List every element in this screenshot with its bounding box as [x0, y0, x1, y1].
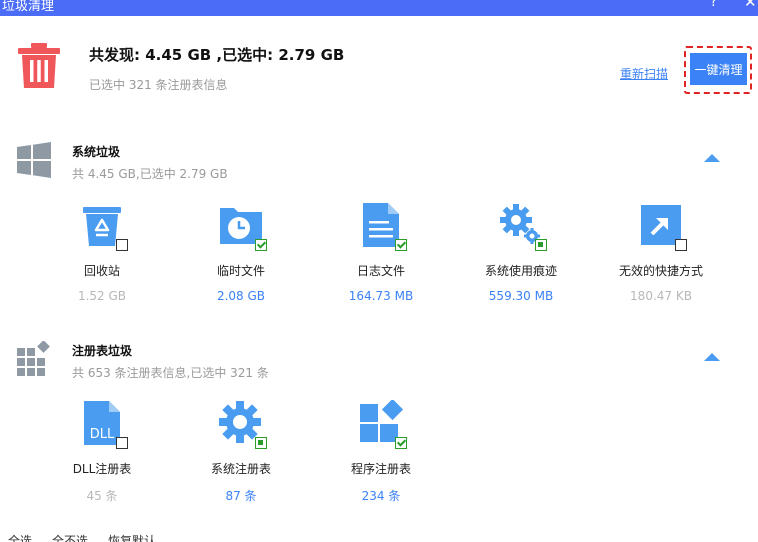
item-count: 234 条: [361, 489, 401, 503]
window-title: 垃圾清理: [2, 0, 55, 14]
item-label: 临时文件: [216, 264, 265, 278]
trash-icon: [16, 42, 62, 94]
scan-summary: 共发现: 4.45 GB ,已选中: 2.79 GB: [89, 46, 345, 64]
dll-registry-checkbox[interactable]: [116, 437, 128, 449]
dll-file-icon: DLL: [79, 400, 128, 449]
program-registry-checkbox[interactable]: [395, 437, 407, 449]
registry-blocks-icon: [16, 340, 52, 381]
item-size: 164.73 MB: [348, 289, 414, 303]
close-icon[interactable]: ✕: [744, 0, 757, 11]
item-size: 559.30 MB: [488, 289, 554, 303]
item-size: 1.52 GB: [77, 289, 127, 303]
gear-icon: [218, 400, 267, 449]
select-all-link[interactable]: 全选: [8, 532, 32, 542]
registry-selected-summary: 已选中 321 条注册表信息: [89, 78, 228, 92]
title-bar: 垃圾清理 ? ✕: [0, 0, 758, 16]
log-files-checkbox[interactable]: [395, 239, 407, 251]
temp-folder-clock-icon: [218, 202, 267, 251]
item-label: 日志文件: [356, 264, 405, 278]
system-junk-title: 系统垃圾: [72, 145, 121, 159]
rescan-link[interactable]: 重新扫描: [620, 65, 668, 82]
junk-item-log-files[interactable]: 日志文件 164.73 MB: [321, 202, 441, 303]
collapse-registry-junk-icon[interactable]: [704, 353, 720, 361]
restore-default-link[interactable]: 恢复默认: [108, 532, 156, 542]
select-none-link[interactable]: 全不选: [52, 532, 88, 542]
log-document-icon: [358, 202, 407, 251]
collapse-system-junk-icon[interactable]: [704, 154, 720, 162]
item-count: 45 条: [86, 489, 118, 503]
registry-junk-title: 注册表垃圾: [72, 344, 133, 358]
item-label: 系统注册表: [210, 462, 271, 476]
item-label: 回收站: [83, 264, 120, 278]
item-label: 程序注册表: [350, 462, 411, 476]
registry-item-program[interactable]: 程序注册表 234 条: [321, 398, 441, 504]
item-size: 180.47 KB: [630, 289, 692, 303]
item-label: 系统使用痕迹: [484, 264, 557, 278]
windows-logo-icon: [16, 142, 52, 182]
gears-icon: [498, 202, 547, 251]
temp-files-checkbox[interactable]: [255, 239, 267, 251]
registry-junk-subtitle: 共 653 条注册表信息,已选中 321 条: [72, 366, 269, 380]
registry-item-dll[interactable]: DLL DLL注册表 45 条: [42, 400, 162, 504]
junk-item-invalid-shortcuts[interactable]: 无效的快捷方式 180.47 KB: [601, 202, 721, 303]
system-traces-checkbox[interactable]: [535, 239, 547, 251]
help-icon[interactable]: ?: [710, 0, 717, 10]
registry-item-system[interactable]: 系统注册表 87 条: [181, 400, 301, 504]
recycle-bin-checkbox[interactable]: [116, 239, 128, 251]
junk-item-recycle-bin[interactable]: 回收站 1.52 GB: [42, 202, 162, 303]
app-blocks-icon: [358, 398, 407, 449]
junk-item-temp-files[interactable]: 临时文件 2.08 GB: [181, 202, 301, 303]
footer-actions: 全选 全不选 恢复默认: [0, 532, 758, 542]
item-label: 无效的快捷方式: [618, 264, 703, 278]
recycle-bin-icon: [79, 202, 128, 251]
junk-item-system-traces[interactable]: 系统使用痕迹 559.30 MB: [461, 202, 581, 303]
system-registry-checkbox[interactable]: [255, 437, 267, 449]
invalid-shortcuts-checkbox[interactable]: [675, 239, 687, 251]
one-click-clean-button[interactable]: 一键清理: [690, 53, 747, 85]
item-label: DLL注册表: [72, 462, 132, 476]
system-junk-subtitle: 共 4.45 GB,已选中 2.79 GB: [72, 167, 228, 181]
svg-text:DLL: DLL: [90, 427, 115, 442]
item-count: 87 条: [225, 489, 257, 503]
shortcut-arrow-icon: [638, 202, 687, 251]
item-size: 2.08 GB: [216, 289, 266, 303]
